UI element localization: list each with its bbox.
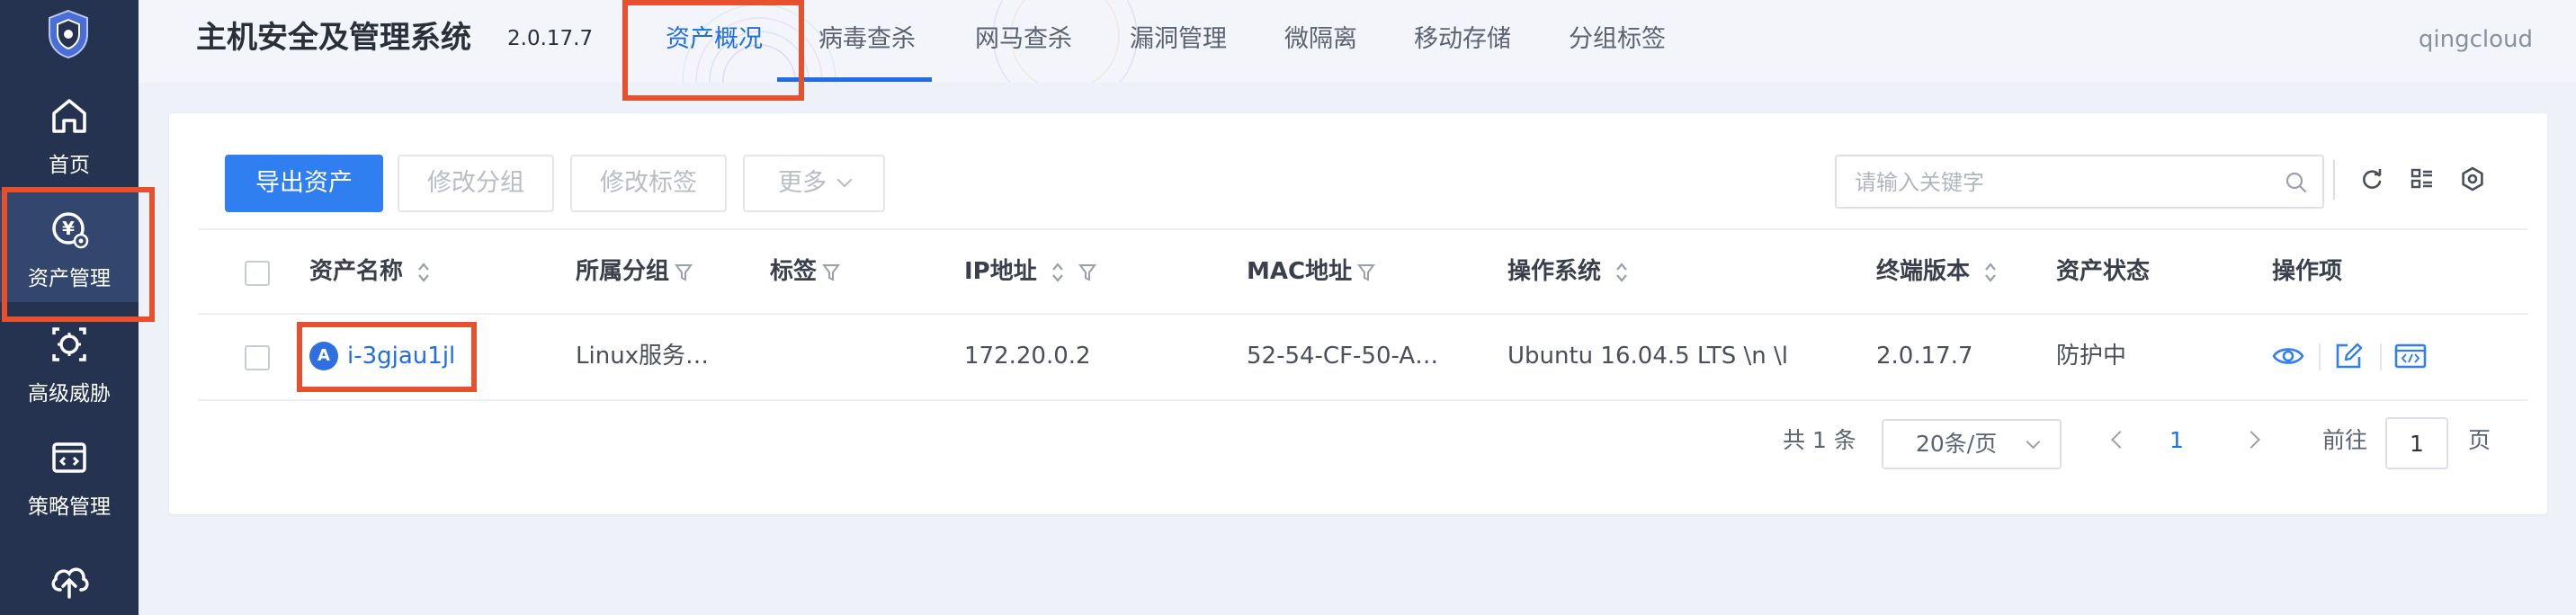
column-version-label: 终端版本 <box>1876 258 1971 285</box>
search-icon[interactable] <box>2285 171 2308 194</box>
settings-icon[interactable] <box>2459 165 2486 192</box>
column-header-group[interactable]: 所属分组 <box>576 230 693 313</box>
top-header: 主机安全及管理系统 2.0.17.7 资产概况 病毒查杀 网马查杀 漏洞管理 微… <box>139 0 2576 83</box>
version-cell: 2.0.17.7 <box>1876 343 1973 370</box>
user-name[interactable]: qingcloud <box>2419 22 2533 58</box>
column-settings-icon[interactable] <box>2409 165 2436 192</box>
ip-cell: 172.20.0.2 <box>964 343 1091 370</box>
filter-icon[interactable] <box>675 263 693 282</box>
search-box <box>1835 155 2324 209</box>
active-tab-indicator <box>777 77 932 82</box>
chevron-down-icon <box>2026 434 2041 450</box>
sort-icon[interactable] <box>416 261 431 284</box>
op-divider <box>2319 343 2321 370</box>
column-header-ip[interactable]: IP地址 <box>964 230 1096 313</box>
column-header-status: 资产状态 <box>2056 258 2151 285</box>
sidebar: 首页 ¥ 资产管理 高级威胁 策略管理 <box>0 0 139 615</box>
tab-vulnerability-management[interactable]: 漏洞管理 <box>1130 22 1227 58</box>
asset-name-cell[interactable]: A i-3gjau1jl <box>309 315 507 397</box>
sidebar-item-upload[interactable] <box>0 534 139 615</box>
sidebar-item-home[interactable]: 首页 <box>0 77 139 189</box>
page-size-value: 20条/页 <box>1916 431 1998 457</box>
chevron-down-icon <box>836 172 853 188</box>
filter-icon[interactable] <box>1078 263 1096 282</box>
page-size-select[interactable]: 20条/页 <box>1882 419 2062 469</box>
goto-page-input[interactable] <box>2385 417 2448 469</box>
column-header-mac[interactable]: MAC地址 <box>1247 230 1376 313</box>
asset-name-link[interactable]: i-3gjau1jl <box>347 315 455 397</box>
status-cell: 防护中 <box>2056 343 2127 370</box>
modify-group-button[interactable]: 修改分组 <box>398 155 554 212</box>
column-mac-label: MAC地址 <box>1247 258 1353 285</box>
svg-text:¥: ¥ <box>62 218 75 239</box>
policy-icon <box>52 442 86 473</box>
sidebar-item-policy-management[interactable]: 策略管理 <box>0 419 139 530</box>
sort-icon[interactable] <box>1051 261 1065 284</box>
table-row: A i-3gjau1jl Linux服务… 172.20.0.2 52-54-C… <box>198 315 2527 401</box>
sidebar-item-label: 资产管理 <box>28 267 111 290</box>
page-number-current[interactable]: 1 <box>2169 423 2184 459</box>
app-title: 主机安全及管理系统 <box>196 20 471 56</box>
app-version: 2.0.17.7 <box>507 27 594 50</box>
export-assets-button[interactable]: 导出资产 <box>225 155 383 212</box>
next-page-icon[interactable] <box>2242 431 2260 449</box>
column-header-operations: 操作项 <box>2272 258 2343 285</box>
eye-icon[interactable] <box>2272 342 2304 370</box>
tab-micro-segmentation[interactable]: 微隔离 <box>1284 22 1357 58</box>
upload-cloud-icon <box>51 567 89 599</box>
tab-group-tags[interactable]: 分组标签 <box>1569 22 1666 58</box>
threat-icon <box>52 327 86 361</box>
column-name-label: 资产名称 <box>309 258 404 285</box>
column-header-tag[interactable]: 标签 <box>770 230 841 313</box>
refresh-icon[interactable] <box>2358 165 2385 192</box>
more-dropdown-button[interactable]: 更多 <box>743 155 885 212</box>
column-os-label: 操作系统 <box>1507 258 1602 285</box>
row-checkbox[interactable] <box>245 345 270 370</box>
toolbar-divider <box>2333 160 2335 200</box>
column-header-name[interactable]: 资产名称 <box>309 230 431 313</box>
sort-icon[interactable] <box>1983 261 1998 284</box>
asset-icon: ¥ <box>52 212 89 249</box>
modify-tag-button[interactable]: 修改标签 <box>570 155 727 212</box>
pagination-total: 共 1 条 <box>1783 427 1856 453</box>
filter-icon[interactable] <box>822 263 841 282</box>
column-tag-label: 标签 <box>770 258 818 285</box>
goto-label: 前往 <box>2322 427 2368 453</box>
more-label: 更多 <box>778 169 827 197</box>
tab-asset-overview[interactable]: 资产概况 <box>666 22 763 58</box>
sidebar-item-advanced-threat[interactable]: 高级威胁 <box>0 306 139 417</box>
tab-virus-scan[interactable]: 病毒查杀 <box>818 22 916 58</box>
group-cell: Linux服务… <box>576 343 710 370</box>
prev-page-icon[interactable] <box>2111 431 2129 449</box>
column-header-os[interactable]: 操作系统 <box>1507 230 1629 313</box>
home-icon <box>52 99 86 133</box>
os-cell: Ubuntu 16.04.5 LTS \n \l <box>1507 343 1788 370</box>
column-ip-label: IP地址 <box>964 258 1037 285</box>
shield-logo-icon <box>49 9 88 59</box>
code-window-icon[interactable] <box>2394 342 2427 370</box>
edit-icon[interactable] <box>2333 342 2366 370</box>
sidebar-item-label: 高级威胁 <box>28 382 111 406</box>
sort-icon[interactable] <box>1614 261 1629 284</box>
column-group-label: 所属分组 <box>576 258 670 285</box>
op-divider <box>2380 343 2382 370</box>
os-badge-icon: A <box>309 342 338 370</box>
page-unit-label: 页 <box>2468 427 2491 453</box>
tab-webshell-scan[interactable]: 网马查杀 <box>975 22 1072 58</box>
asset-card: 导出资产 修改分组 修改标签 更多 资产名称 所属分组 标签 <box>169 113 2547 514</box>
sidebar-item-label: 策略管理 <box>28 495 111 519</box>
filter-icon[interactable] <box>1357 263 1376 282</box>
column-header-version[interactable]: 终端版本 <box>1876 230 1998 313</box>
sidebar-item-label: 首页 <box>49 154 90 177</box>
sidebar-item-asset-management[interactable]: ¥ 资产管理 <box>0 191 139 302</box>
select-all-checkbox[interactable] <box>245 261 270 286</box>
search-input[interactable] <box>1855 165 2259 200</box>
mac-cell: 52-54-CF-50-A… <box>1247 343 1439 370</box>
table-header: 资产名称 所属分组 标签 IP地址 MAC地址 操作系统 终端版本 资产状态 操… <box>198 228 2527 315</box>
tab-mobile-storage[interactable]: 移动存储 <box>1414 22 1511 58</box>
